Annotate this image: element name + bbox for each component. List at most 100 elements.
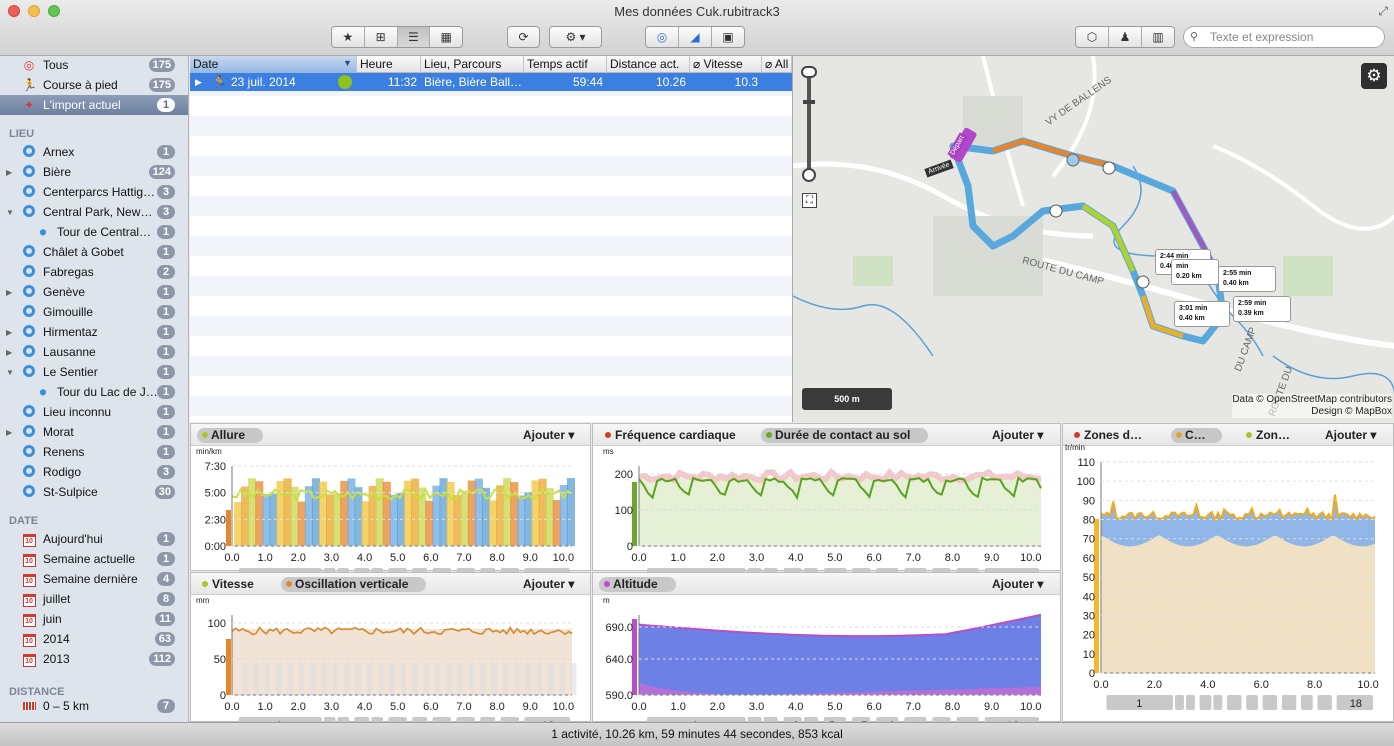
sidebar-item[interactable]: ▶ Bière 124 — [0, 162, 188, 182]
pace-zone-bar — [496, 485, 505, 546]
sidebar-item-label: Tous — [43, 58, 69, 72]
sidebar-item-label: Hirmentaz — [43, 325, 98, 339]
list-view-icon[interactable]: ☰ — [397, 27, 431, 47]
person-icon[interactable]: ♟ — [1109, 27, 1142, 47]
expand-triangle-icon[interactable]: ▶ — [6, 428, 12, 437]
expand-triangle-icon[interactable]: ▶ — [6, 168, 12, 177]
box-icon[interactable]: ⬡ — [1076, 27, 1109, 47]
route-map[interactable]: VY DE BALLENS ROUTE DU CAMP DU CAMP ROUT… — [792, 56, 1394, 422]
gear-icon[interactable]: ⚙ ▾ — [550, 27, 601, 47]
x-tick-label: 1.0 — [257, 701, 272, 713]
vitesse-chart-title[interactable]: Vitesse — [212, 577, 254, 592]
collapse-triangle-icon[interactable]: ▼ — [6, 208, 14, 217]
pace-zone-bar — [489, 500, 498, 546]
altitude-chart-title[interactable]: Altitude — [599, 577, 676, 592]
zoom-min-handle[interactable] — [802, 168, 816, 182]
sidebar-item[interactable]: Lieu inconnu 1 — [0, 402, 188, 422]
ajouter-button[interactable]: Ajouter ▾ — [523, 577, 574, 592]
zoom-slider-handle[interactable] — [801, 66, 817, 78]
map-settings-gear-icon[interactable]: ⚙ — [1361, 63, 1387, 89]
device-segmented-control[interactable]: ⬡ ♟ ▥ — [1075, 26, 1175, 48]
sidebar-item[interactable]: 10 Semaine actuelle 1 — [0, 549, 188, 569]
count-badge: 1 — [157, 245, 175, 259]
profile-icon[interactable]: ▣ — [712, 27, 744, 47]
pace-zone-bar — [382, 481, 391, 546]
sidebar-item[interactable]: 10 juillet 8 — [0, 589, 188, 609]
sidebar-item[interactable]: 10 2014 63 — [0, 629, 188, 649]
ajouter-button[interactable]: Ajouter ▾ — [523, 428, 574, 443]
cadence-chart-title[interactable]: C… — [1171, 428, 1222, 443]
series-color-dot — [286, 581, 292, 587]
sidebar-item[interactable]: 10 Aujourd'hui 1 — [0, 529, 188, 549]
sidebar-item[interactable]: Gimouille 1 — [0, 302, 188, 322]
sidebar-item[interactable]: Châlet à Gobet 1 — [0, 242, 188, 262]
zones2-chart-title[interactable]: Zon… — [1256, 428, 1290, 443]
settings-menu-button[interactable]: ⚙ ▾ — [549, 26, 602, 48]
fit-route-icon[interactable]: ⛶ — [802, 193, 817, 208]
contact-chart-title[interactable]: Durée de contact au sol — [761, 428, 929, 443]
sidebar-item[interactable]: ✦ L'import actuel 1 — [0, 95, 188, 115]
sidebar-item[interactable]: 🏃 Course à pied 175 — [0, 75, 188, 95]
sidebar-item[interactable]: ⬢ Tour du Lac de J… 1 — [0, 382, 188, 402]
table-row[interactable]: ▶ 🏃 23 juil. 2014 11:32 Bière, Bière Bal… — [190, 73, 792, 91]
sidebar-item[interactable]: 10 juin 11 — [0, 609, 188, 629]
allure-chart-title[interactable]: Allure — [197, 428, 264, 443]
column-header-allure[interactable]: ⌀ All — [762, 56, 792, 73]
grid-view-icon[interactable]: ⊞ — [365, 27, 398, 47]
expand-triangle-icon[interactable]: ▶ — [6, 288, 12, 297]
disclosure-triangle-icon[interactable]: ▶ — [195, 73, 202, 91]
chart-icon[interactable]: ◢ — [679, 27, 712, 47]
ajouter-button[interactable]: Ajouter ▾ — [1325, 428, 1376, 443]
view-segmented-control[interactable]: ★ ⊞ ☰ ▦ — [331, 26, 463, 48]
column-header-heure[interactable]: Heure — [357, 56, 421, 73]
ajouter-button[interactable]: Ajouter ▾ — [992, 577, 1043, 592]
favorites-icon[interactable]: ★ — [332, 27, 365, 47]
sidebar-item-label: Semaine dernière — [43, 572, 138, 586]
fullscreen-icon[interactable]: ⤢ — [1378, 4, 1388, 19]
search-input[interactable] — [1183, 26, 1385, 48]
speed-zone-bar — [253, 663, 259, 695]
sidebar-item[interactable]: ▶ Morat 1 — [0, 422, 188, 442]
ajouter-button[interactable]: Ajouter ▾ — [992, 428, 1043, 443]
zoom-slider[interactable] — [807, 66, 811, 178]
globe-icon[interactable]: ◎ — [646, 27, 679, 47]
sidebar-item[interactable]: Centerparcs Hattig… 3 — [0, 182, 188, 202]
column-header-vitesse[interactable]: ⌀ Vitesse — [690, 56, 762, 73]
pace-zone-bar — [311, 478, 320, 546]
table-view-icon[interactable]: ▦ — [430, 27, 462, 47]
sidebar-item[interactable]: ⬢ Tour de Central… 1 — [0, 222, 188, 242]
oscillation-chart-title[interactable]: Oscillation verticale — [281, 577, 427, 592]
sidebar-item[interactable]: ▶ Lausanne 1 — [0, 342, 188, 362]
sidebar-item[interactable]: Renens 1 — [0, 442, 188, 462]
sidebar-item[interactable]: 0 – 5 km 7 — [0, 696, 188, 716]
x-tick-label: 4.0 — [788, 552, 803, 564]
refresh-icon[interactable]: ⟳ — [508, 27, 539, 47]
panel-segmented-control[interactable]: ◎ ◢ ▣ — [645, 26, 745, 48]
sidebar-item[interactable]: 10 Semaine dernière 4 — [0, 569, 188, 589]
column-header-temps[interactable]: Temps actif — [524, 56, 607, 73]
sidebar-item[interactable]: Fabregas 2 — [0, 262, 188, 282]
column-header-date[interactable]: Date — [190, 56, 357, 73]
y-tick-label: 90 — [1083, 495, 1095, 507]
sidebar-item[interactable]: ▼ Le Sentier 1 — [0, 362, 188, 382]
sidebar-item[interactable]: 10 2013 112 — [0, 649, 188, 669]
expand-triangle-icon[interactable]: ▶ — [6, 348, 12, 357]
zones-chart-title[interactable]: Zones d… — [1084, 428, 1142, 443]
collapse-triangle-icon[interactable]: ▼ — [6, 368, 14, 377]
column-header-distance[interactable]: Distance act. — [607, 56, 690, 73]
y-tick-label: 50 — [214, 654, 226, 666]
location-icon — [22, 284, 36, 300]
expand-triangle-icon[interactable]: ▶ — [6, 328, 12, 337]
sync-button[interactable]: ⟳ — [507, 26, 540, 48]
column-header-lieu[interactable]: Lieu, Parcours — [421, 56, 524, 73]
sidebar-item[interactable]: ▼ Central Park, New… 3 — [0, 202, 188, 222]
sidebar-item[interactable]: St-Sulpice 30 — [0, 482, 188, 502]
sidebar-item[interactable]: ▶ Hirmentaz 1 — [0, 322, 188, 342]
bars-icon[interactable]: ▥ — [1142, 27, 1174, 47]
sidebar-item[interactable]: ◎ Tous 175 — [0, 56, 188, 75]
fc-chart-title[interactable]: Fréquence cardiaque — [615, 428, 736, 443]
target-icon: ◎ — [23, 58, 35, 72]
sidebar-item[interactable]: Arnex 1 — [0, 142, 188, 162]
sidebar-item[interactable]: Rodigo 3 — [0, 462, 188, 482]
sidebar-item[interactable]: ▶ Genève 1 — [0, 282, 188, 302]
